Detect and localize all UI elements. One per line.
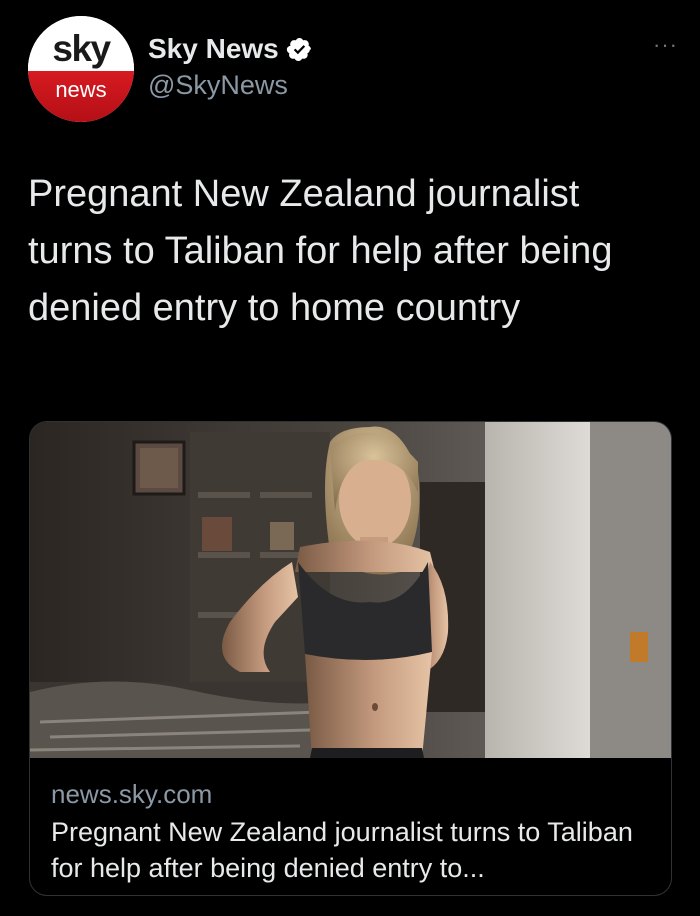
- link-card-image[interactable]: [30, 422, 671, 758]
- avatar-logo-sky: sky: [52, 28, 111, 69]
- photo-illustration: [30, 422, 671, 758]
- account-handle[interactable]: @SkyNews: [148, 70, 288, 101]
- avatar-logo-news: news: [55, 77, 107, 102]
- author-name-row[interactable]: Sky News: [148, 29, 313, 69]
- sky-news-avatar[interactable]: sky news: [28, 16, 134, 122]
- link-card-domain[interactable]: news.sky.com: [51, 779, 212, 810]
- tweet-text: Pregnant New Zealand journalist turns to…: [28, 173, 613, 329]
- more-options-icon[interactable]: ···: [653, 32, 678, 58]
- verified-badge-icon: [286, 37, 311, 61]
- display-name[interactable]: Sky News: [148, 33, 279, 65]
- link-preview-card[interactable]: news.sky.com Pregnant New Zealand journa…: [29, 421, 672, 896]
- link-card-title[interactable]: Pregnant New Zealand journalist turns to…: [51, 814, 661, 886]
